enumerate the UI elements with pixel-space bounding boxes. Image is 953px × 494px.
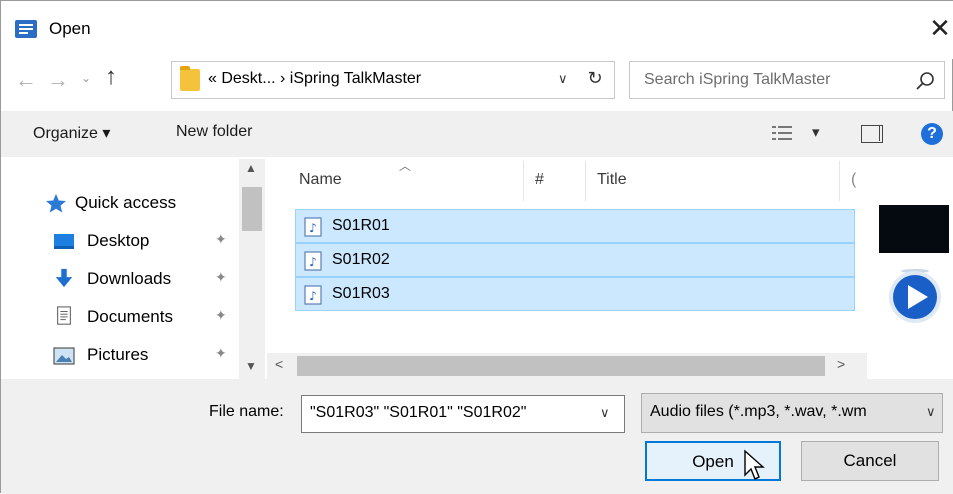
pin-icon: ✦: [215, 231, 227, 247]
file-name-combobox[interactable]: "S01R03" "S01R01" "S01R02" ∨: [301, 395, 625, 433]
sidebar-item-label: Downloads: [87, 269, 172, 288]
title-bar: Open ✕: [1, 1, 953, 59]
preview-pane: [867, 157, 953, 379]
search-icon[interactable]: [914, 70, 936, 92]
forward-arrow-icon[interactable]: →: [47, 67, 69, 93]
file-name-label: File name:: [209, 403, 284, 420]
pin-icon: ✦: [215, 345, 227, 361]
close-icon[interactable]: ✕: [926, 13, 953, 43]
views-dropdown-icon[interactable]: ▾: [812, 123, 820, 141]
sidebar-item-pictures[interactable]: Pictures ✦: [1, 339, 237, 371]
chevron-down-icon[interactable]: ∨: [922, 404, 936, 420]
search-placeholder: Search iSpring TalkMaster: [644, 71, 831, 88]
cancel-button[interactable]: Cancel: [801, 441, 939, 481]
audio-file-icon: ♪: [304, 251, 322, 271]
audio-file-icon: ♪: [304, 285, 322, 305]
column-divider[interactable]: [585, 161, 586, 201]
scrollbar-thumb[interactable]: [242, 187, 262, 231]
address-dropdown-icon[interactable]: ∨: [558, 71, 568, 87]
sidebar-item-label: Documents: [87, 307, 173, 326]
file-type-select[interactable]: Audio files (*.mp3, *.wav, *.wm ∨: [641, 393, 943, 433]
help-icon[interactable]: ?: [921, 123, 943, 145]
refresh-icon[interactable]: ↻: [582, 68, 608, 92]
column-header-number[interactable]: #: [535, 171, 544, 189]
svg-text:♪: ♪: [309, 221, 317, 235]
command-toolbar: Organize ▾ New folder ▾ ?: [1, 111, 953, 157]
svg-text:♪: ♪: [309, 255, 317, 269]
change-view-button[interactable]: ▾: [772, 123, 822, 145]
file-name: S01R03: [332, 285, 390, 302]
sidebar-item-quick-access[interactable]: Quick access: [1, 187, 237, 219]
sidebar-item-documents[interactable]: Documents ✦: [1, 301, 237, 333]
folder-icon: [180, 66, 200, 91]
dialog-title: Open: [49, 19, 91, 38]
search-input[interactable]: Search iSpring TalkMaster: [629, 61, 945, 99]
file-row[interactable]: ♪ S01R01: [295, 209, 855, 243]
back-arrow-icon[interactable]: ←: [15, 67, 37, 93]
column-header-partial[interactable]: (: [851, 171, 856, 189]
scroll-right-icon[interactable]: >: [837, 356, 845, 372]
file-name: S01R02: [332, 251, 390, 268]
open-dialog: Open ✕ ← → ⌄ ↑ « Deskt... › iSpring Talk…: [0, 0, 953, 494]
scroll-left-icon[interactable]: <: [275, 356, 283, 372]
file-name: S01R01: [332, 217, 390, 234]
organize-menu-button[interactable]: Organize ▾: [33, 123, 110, 143]
navigation-pane: Quick access Desktop ✦ Downloads ✦ Docum…: [1, 157, 267, 379]
sidebar-item-label: Desktop: [87, 231, 150, 250]
up-arrow-icon[interactable]: ↑: [105, 63, 117, 91]
details-view-icon: [772, 126, 792, 140]
sidebar-item-label: Pictures: [87, 345, 149, 364]
address-path[interactable]: « Deskt... › iSpring TalkMaster: [208, 70, 421, 88]
file-list: ︿ Name # Title ( ♪ S01R01 ♪ S01R02 ♪ S01…: [267, 157, 867, 379]
pictures-icon: [53, 347, 75, 365]
navigation-pane-scrollbar[interactable]: ▲ ▼: [239, 159, 265, 379]
dialog-footer: File name: "S01R03" "S01R01" "S01R02" ∨ …: [1, 379, 953, 494]
chevron-down-icon[interactable]: ∨: [600, 405, 610, 421]
scroll-down-icon[interactable]: ▼: [245, 359, 257, 373]
file-type-value: Audio files (*.mp3, *.wav, *.wm: [650, 403, 867, 420]
scroll-up-icon[interactable]: ▲: [245, 161, 257, 175]
column-header-name[interactable]: Name: [299, 171, 342, 189]
file-list-horizontal-scrollbar[interactable]: < >: [267, 353, 867, 379]
column-header-title[interactable]: Title: [597, 171, 627, 189]
dialog-app-icon: [15, 20, 37, 38]
file-name-value[interactable]: "S01R03" "S01R01" "S01R02": [310, 404, 526, 422]
documents-icon: [57, 306, 71, 325]
video-thumbnail: [879, 205, 949, 253]
pin-icon: ✦: [215, 307, 227, 323]
sidebar-item-desktop[interactable]: Desktop ✦: [1, 225, 237, 257]
sidebar-item-downloads[interactable]: Downloads ✦: [1, 263, 237, 295]
audio-file-icon: ♪: [304, 217, 322, 237]
address-bar[interactable]: « Deskt... › iSpring TalkMaster ∨ ↻: [171, 61, 615, 99]
sort-ascending-icon: ︿: [399, 159, 412, 173]
column-divider[interactable]: [839, 161, 840, 201]
recent-locations-chevron-icon[interactable]: ⌄: [81, 71, 91, 85]
mouse-cursor-icon: [744, 449, 765, 480]
file-row[interactable]: ♪ S01R02: [295, 243, 855, 277]
media-player-icon: [889, 269, 941, 323]
file-row[interactable]: ♪ S01R03: [295, 277, 855, 311]
star-icon: [46, 194, 66, 213]
desktop-icon: [54, 234, 74, 249]
svg-text:♪: ♪: [309, 289, 317, 303]
new-folder-button[interactable]: New folder: [176, 123, 252, 141]
sidebar-item-label: Quick access: [75, 193, 177, 212]
column-divider[interactable]: [523, 161, 524, 201]
download-icon: [55, 268, 73, 288]
preview-pane-icon[interactable]: [861, 125, 883, 143]
pin-icon: ✦: [215, 269, 227, 285]
scrollbar-thumb[interactable]: [297, 356, 825, 376]
